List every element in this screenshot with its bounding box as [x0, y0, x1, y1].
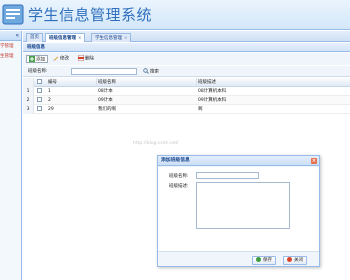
tab-student-management[interactable]: 学生信息管理 × — [91, 33, 132, 42]
cell-id: 2 — [48, 98, 51, 103]
tab-home[interactable]: 首页 — [26, 33, 43, 42]
search-button[interactable]: 搜索 — [143, 68, 159, 75]
cell-name: 08计本 — [98, 89, 113, 94]
row-checkbox[interactable] — [36, 97, 42, 102]
save-label: 保存 — [263, 258, 272, 263]
toolbar: 添加 修改 删除 — [23, 53, 350, 65]
select-all-checkbox[interactable] — [36, 79, 42, 84]
edit-button[interactable]: 修改 — [53, 55, 69, 63]
save-button[interactable]: 保存 — [252, 256, 276, 265]
table-row[interactable]: 2 2 09计本 09计算机本科 — [23, 96, 350, 105]
column-header-id[interactable]: 编号 — [48, 78, 93, 87]
cell-desc: 08计算机本科 — [198, 89, 227, 94]
sidebar-item-class[interactable]: 学管理 — [0, 42, 21, 51]
app-header: 学生信息管理系统 — [0, 0, 350, 30]
search-label: 班级名称: — [28, 69, 48, 74]
sidebar: « 学管理 生管理 — [0, 31, 22, 280]
select-all-cell[interactable] — [34, 78, 44, 87]
tab-label: 班级信息管理 — [49, 36, 76, 41]
class-name-label: 班级名称: — [169, 174, 189, 179]
add-button[interactable]: 添加 — [26, 55, 48, 63]
row-checkbox[interactable] — [36, 88, 42, 93]
tab-label: 学生信息管理 — [95, 36, 122, 41]
sidebar-header: « — [0, 31, 21, 41]
table-row[interactable]: 3 29 我们的啊 啊 — [23, 105, 350, 114]
search-input[interactable] — [71, 68, 137, 75]
tab-label: 首页 — [30, 35, 39, 40]
double-chevron-left-icon[interactable]: « — [15, 32, 19, 40]
class-name-field[interactable] — [196, 172, 259, 179]
search-icon — [143, 68, 149, 74]
table-row[interactable]: 1 1 08计本 08计算机本科 — [23, 87, 350, 96]
close-icon[interactable]: × — [311, 158, 317, 164]
delete-icon — [78, 55, 84, 61]
close-button[interactable]: 关闭 — [283, 256, 307, 265]
app-title: 学生信息管理系统 — [28, 6, 153, 24]
app-logo-icon — [2, 4, 24, 25]
row-checkbox[interactable] — [36, 106, 42, 111]
cell-id: 1 — [48, 89, 51, 94]
add-label: 添加 — [36, 57, 45, 63]
table-header-row: 编号 班级名称 班级描述 — [23, 78, 350, 87]
delete-label: 删除 — [85, 56, 94, 62]
row-number-header — [23, 78, 34, 87]
edit-label: 修改 — [60, 56, 69, 62]
dialog-title: 添加班级信息 — [161, 158, 190, 163]
dialog-title-bar: 添加班级信息 × — [158, 156, 319, 166]
pencil-icon — [53, 56, 59, 61]
cancel-icon — [287, 257, 292, 262]
class-desc-label: 班级描述: — [169, 184, 189, 189]
add-icon — [29, 56, 35, 62]
tab-class-management[interactable]: 班级信息管理 × — [45, 33, 86, 42]
sidebar-item-student[interactable]: 生管理 — [0, 52, 21, 61]
cell-desc: 09计算机本科 — [198, 98, 227, 103]
class-desc-textarea[interactable] — [196, 182, 290, 229]
close-icon[interactable]: × — [124, 35, 127, 40]
column-header-name[interactable]: 班级名称 — [98, 78, 193, 87]
dialog-form: 班级名称: 班级描述: — [158, 167, 319, 252]
class-table: 编号 班级名称 班级描述 1 1 08计本 08计算机本科 2 2 09计本 0… — [23, 78, 350, 114]
tab-bar: 首页 班级信息管理 × 学生信息管理 × — [23, 31, 350, 42]
column-header-desc[interactable]: 班级描述 — [198, 78, 348, 87]
cell-desc: 啊 — [198, 107, 203, 112]
cell-name: 我们的啊 — [98, 107, 116, 112]
cell-id: 29 — [48, 107, 54, 112]
row-number: 1 — [23, 87, 34, 96]
row-number: 3 — [23, 105, 34, 114]
close-label: 关闭 — [294, 258, 303, 263]
panel-title: 班级信息 — [23, 43, 350, 52]
watermark: http://blog.csdn.net/ — [133, 141, 179, 146]
row-number: 2 — [23, 96, 34, 105]
delete-button[interactable]: 删除 — [78, 55, 94, 63]
search-bar: 班级名称: 搜索 — [23, 66, 350, 77]
close-icon[interactable]: × — [78, 35, 81, 40]
cell-name: 09计本 — [98, 98, 113, 103]
add-class-dialog: 添加班级信息 × 班级名称: 班级描述: 保存 关闭 — [157, 155, 320, 267]
search-button-label: 搜索 — [150, 69, 159, 75]
check-icon — [256, 257, 261, 262]
